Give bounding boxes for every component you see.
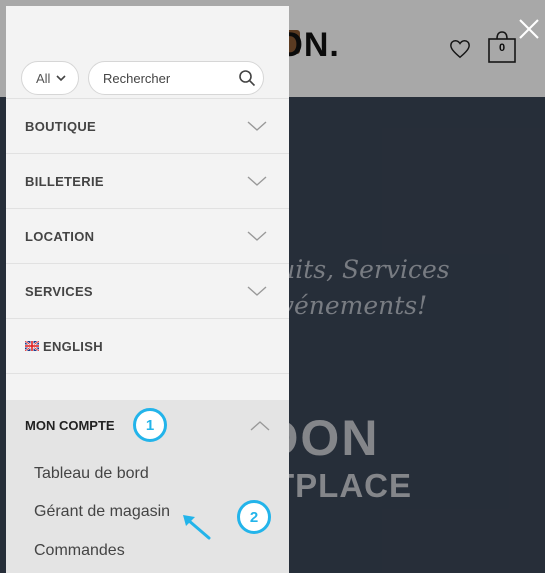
submenu-link-orders[interactable]: Commandes [34,542,125,560]
category-select[interactable]: All [21,61,79,95]
menu-item-label: BOUTIQUE [25,119,97,134]
arrow-annotation-icon [183,515,211,540]
menu-item-language[interactable]: ENGLISH [6,319,289,374]
chevron-up-icon[interactable] [249,420,271,432]
uk-flag-icon [25,341,39,351]
menu-item-label: ENGLISH [43,339,103,354]
close-icon[interactable] [515,15,543,43]
menu-item-label: SERVICES [25,284,93,299]
category-select-value: All [36,70,51,86]
menu-item-label: MON COMPTE [25,418,115,433]
chevron-down-icon[interactable] [246,120,268,132]
menu-item-services[interactable]: SERVICES [6,264,289,319]
step-1-callout: 1 [133,408,167,442]
mobile-menu: BOUTIQUE BILLETERIE LOCATION SERVICES EN… [6,98,289,374]
chevron-down-icon[interactable] [246,285,268,297]
chevron-down-icon [56,74,67,81]
chevron-down-icon[interactable] [246,230,268,242]
mobile-menu-drawer: All BOUTIQUE BILLETERIE LOCATION [6,6,289,573]
step-2-callout: 2 [237,500,271,534]
submenu-link-dashboard[interactable]: Tableau de bord [34,465,149,483]
chevron-down-icon[interactable] [246,175,268,187]
menu-item-label: LOCATION [25,229,95,244]
menu-item-location[interactable]: LOCATION [6,209,289,264]
search-icon[interactable] [238,69,256,87]
menu-item-boutique[interactable]: BOUTIQUE [6,99,289,154]
menu-item-billeterie[interactable]: BILLETERIE [6,154,289,209]
search-bar: All [21,61,271,99]
menu-item-label: BILLETERIE [25,174,104,189]
submenu-link-store-manager[interactable]: Gérant de magasin [34,503,170,521]
